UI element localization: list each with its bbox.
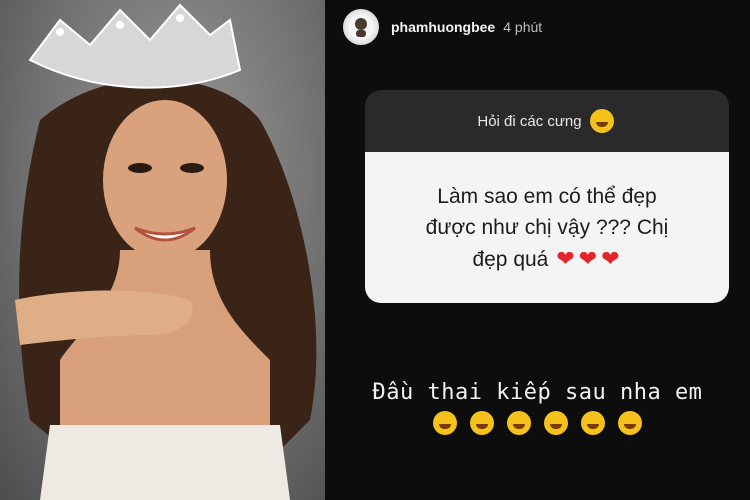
user-avatar[interactable] — [343, 9, 379, 45]
question-sticker: Hỏi đi các cưng Làm sao em có thể đẹp đư… — [365, 90, 729, 303]
post-time: 4 phút — [503, 19, 543, 35]
question-prompt: Hỏi đi các cưng — [477, 112, 582, 130]
question-sticker-body: Làm sao em có thể đẹp được như chị vậy ?… — [365, 152, 729, 303]
red-heart-icon: ❤ — [578, 245, 598, 271]
red-heart-icon: ❤ — [556, 245, 575, 271]
laughing-face-icon — [470, 411, 494, 435]
portrait-illustration — [15, 3, 317, 500]
laughing-face-icon — [507, 411, 531, 435]
red-heart-icon: ❤ — [601, 245, 620, 271]
question-sticker-header: Hỏi đi các cưng — [365, 90, 729, 152]
laughing-face-icon — [544, 411, 568, 435]
instagram-story: phamhuongbee 4 phút Hỏi đi các cưng Làm … — [325, 0, 750, 500]
screenshot-frame: phamhuongbee 4 phút Hỏi đi các cưng Làm … — [0, 0, 750, 500]
avatar-icon — [348, 14, 374, 40]
story-header: phamhuongbee 4 phút — [343, 8, 542, 46]
answer-emoji-row — [325, 410, 750, 435]
laughing-face-icon — [618, 411, 642, 435]
answer-text: Đầu thai kiếp sau nha em — [372, 380, 703, 405]
question-text: Làm sao em có thể đẹp được như chị vậy ?… — [425, 184, 669, 271]
question-text-wrap: Làm sao em có thể đẹp được như chị vậy ?… — [412, 181, 682, 275]
laughing-face-icon — [581, 411, 605, 435]
laughing-face-icon — [433, 411, 457, 435]
portrait-photo — [0, 0, 325, 500]
username[interactable]: phamhuongbee — [391, 19, 495, 35]
laughing-face-icon — [589, 109, 614, 133]
